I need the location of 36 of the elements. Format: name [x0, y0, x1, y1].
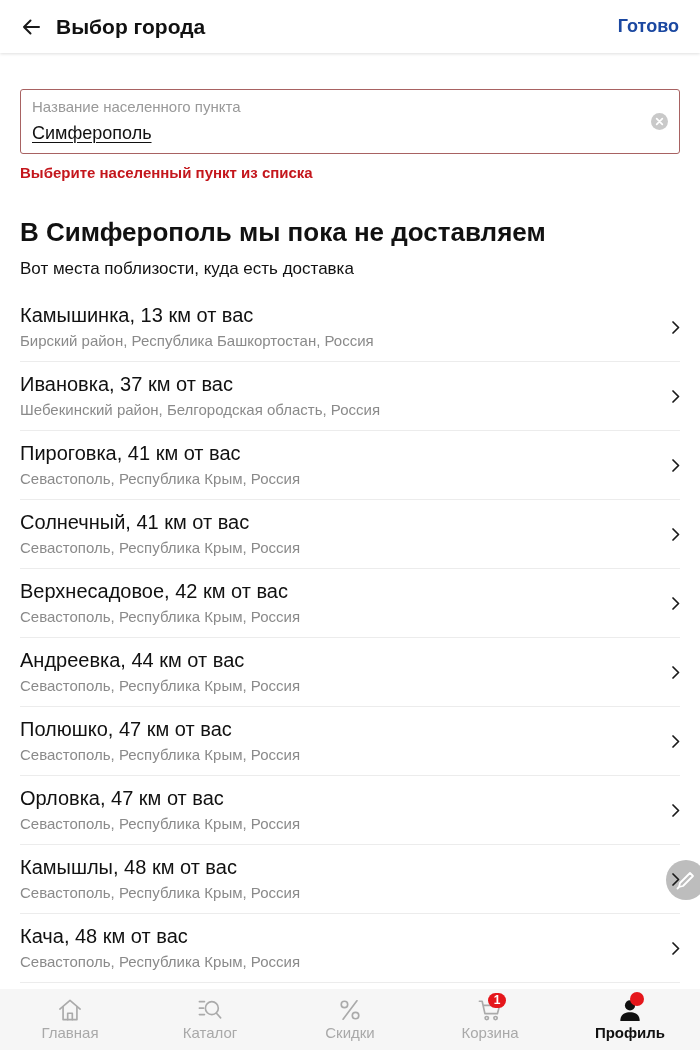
- city-input-field[interactable]: Название населенного пункта Симферополь: [20, 89, 680, 154]
- house-icon: [58, 998, 82, 1022]
- place-list-item[interactable]: Пироговка, 41 км от вас Севастополь, Республика Крым, Россия: [20, 441, 301, 489]
- place-list-item[interactable]: Камышлы, 48 км от вас Севастополь, Республика Крым, Россия: [20, 855, 301, 903]
- done-button[interactable]: Готово: [617, 16, 679, 37]
- back-arrow-icon[interactable]: [22, 18, 40, 35]
- chevron-right-icon[interactable]: [672, 389, 680, 403]
- chevron-right-icon[interactable]: [672, 596, 680, 610]
- percent-icon: [338, 998, 362, 1022]
- place-list-item[interactable]: Кача, 48 км от вас Севастополь, Республика Крым, Россия: [20, 924, 301, 972]
- chevron-right-icon[interactable]: [672, 872, 680, 886]
- place-list-item[interactable]: Орловка, 47 км от вас Севастополь, Республика Крым, Россия: [20, 786, 301, 834]
- list-search-icon: [198, 998, 222, 1022]
- chevron-right-icon[interactable]: [672, 527, 680, 541]
- chevron-right-icon[interactable]: [672, 734, 680, 748]
- place-list-item[interactable]: Ивановка, 37 км от вас Шебекинский район, Белгородская область, Россия: [20, 372, 381, 420]
- chevron-right-icon[interactable]: [672, 803, 680, 817]
- place-list-item[interactable]: Солнечный, 41 км от вас Севастополь, Республика Крым, Россия: [20, 510, 301, 558]
- chevron-right-icon[interactable]: [672, 941, 680, 955]
- place-list-item[interactable]: Андреевка, 44 км от вас Севастополь, Республика Крым, Россия: [20, 648, 301, 696]
- place-list-item[interactable]: Верхнесадовое, 42 км от вас Севастополь, Республика Крым, Россия: [20, 579, 301, 627]
- page-title: Выбор города: [56, 14, 207, 39]
- edit-floating-button[interactable]: [666, 860, 700, 900]
- place-list-item[interactable]: Полюшко, 47 км от вас Севастополь, Республика Крым, Россия: [20, 717, 301, 765]
- pencil-icon: [676, 870, 696, 890]
- nav-tab[interactable]: 1 Корзина: [420, 989, 560, 1050]
- nav-tab[interactable]: Профиль: [560, 989, 700, 1050]
- place-list-item[interactable]: Камышинка, 13 км от вас Бирский район, Республика Башкортостан, Россия: [20, 303, 374, 351]
- chevron-right-icon[interactable]: [672, 320, 680, 334]
- notice-subtitle: Вот места поблизости, куда есть доставка: [20, 258, 355, 280]
- person-icon: [618, 998, 642, 1022]
- error-message: Выберите населенный пункт из списка: [20, 163, 314, 183]
- chevron-right-icon[interactable]: [672, 665, 680, 679]
- chevron-right-icon[interactable]: [672, 458, 680, 472]
- notice-heading: В Симферополь мы пока не доставляем: [20, 216, 547, 249]
- cart-count-badge: 1: [488, 993, 506, 1008]
